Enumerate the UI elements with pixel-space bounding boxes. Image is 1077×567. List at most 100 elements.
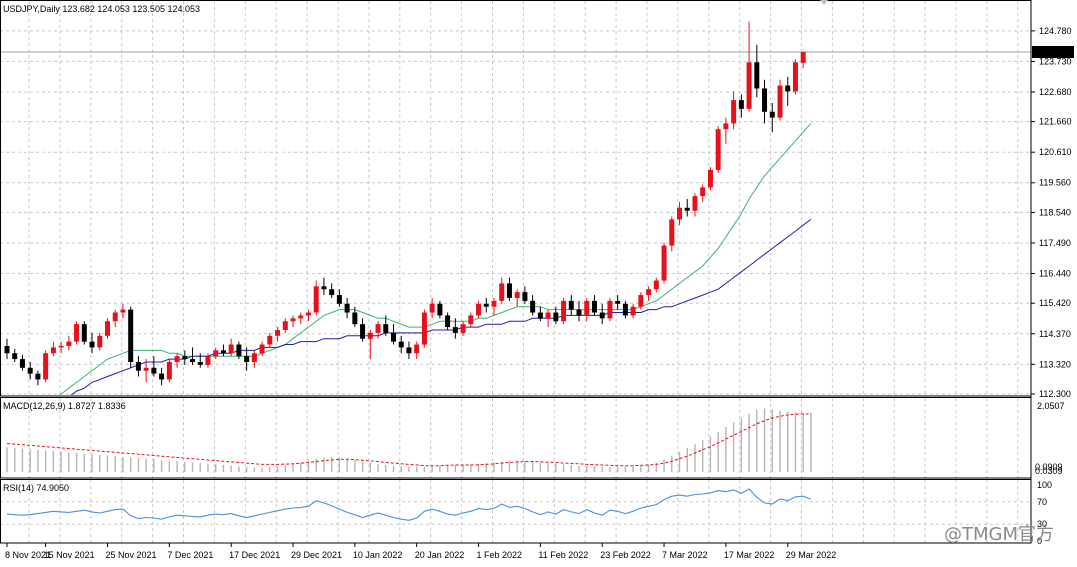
candle-body — [228, 344, 234, 354]
candle — [174, 353, 180, 368]
scroll-marker — [820, 0, 828, 5]
candle-body — [259, 344, 265, 354]
candle — [445, 312, 451, 330]
candle — [684, 199, 690, 217]
candle — [19, 354, 25, 371]
candle — [506, 277, 512, 301]
candle-body — [213, 350, 219, 357]
candle — [754, 44, 760, 98]
candle-body — [777, 85, 783, 118]
candle-body — [499, 283, 505, 301]
candle — [599, 303, 605, 325]
candle — [344, 297, 350, 319]
price-tick-label: 114.370 — [1039, 329, 1071, 339]
candle-body — [383, 324, 389, 333]
candle-body — [19, 359, 25, 368]
price-tick-label: 112.300 — [1039, 389, 1071, 399]
candle — [128, 306, 134, 368]
candle-body — [244, 356, 250, 362]
candle — [785, 76, 791, 106]
date-label: 25 Nov 2021 — [105, 550, 156, 560]
candle — [545, 309, 551, 328]
price-header: USDJPY,Daily 123.682 124.053 123.505 124… — [3, 4, 200, 14]
price-tick-label: 116.440 — [1039, 269, 1071, 279]
candle-body — [646, 289, 652, 296]
candle-body — [190, 359, 196, 362]
candle — [135, 356, 141, 377]
candle-body — [251, 353, 257, 362]
date-label: 11 Feb 2022 — [538, 550, 588, 560]
candle-body — [785, 85, 791, 92]
candle — [197, 353, 203, 368]
candle-body — [622, 303, 628, 316]
candle — [421, 309, 427, 348]
date-label: 15 Nov 2021 — [44, 550, 95, 560]
candle-body — [460, 324, 466, 333]
candle-body — [298, 315, 304, 319]
candle — [491, 297, 497, 316]
candle-body — [112, 312, 118, 322]
candle-body — [367, 332, 373, 339]
candle-body — [4, 345, 10, 354]
candle — [568, 295, 574, 316]
candle — [622, 300, 628, 319]
candle-body — [74, 324, 80, 342]
candle-body — [530, 300, 536, 313]
candle-body — [205, 356, 211, 365]
candle — [4, 338, 10, 360]
candle-body — [89, 341, 95, 348]
price-tick-label: 119.560 — [1039, 178, 1071, 188]
date-label: 20 Jan 2022 — [415, 550, 465, 560]
candle-body — [746, 62, 752, 109]
date-label: 17 Dec 2021 — [229, 550, 280, 560]
candle — [630, 303, 636, 319]
candle-body — [599, 312, 605, 319]
candle — [282, 318, 288, 333]
candle-body — [174, 356, 180, 362]
candle-body — [792, 62, 798, 92]
rsi-panel[interactable]: RSI(14) 74.9050 — [0, 483, 1031, 525]
candle-body — [615, 300, 621, 304]
ma-fast-line — [58, 123, 812, 395]
candle — [81, 321, 87, 345]
candle — [800, 52, 806, 68]
price-panel[interactable] — [0, 21, 1031, 444]
price-tick-label: 115.420 — [1039, 298, 1071, 308]
candle-body — [522, 292, 528, 301]
candle-body — [151, 367, 157, 374]
candle-body — [661, 245, 667, 281]
candle-body — [630, 306, 636, 316]
candle-body — [97, 335, 103, 348]
candle-body — [468, 315, 474, 325]
panel-border — [0, 479, 1032, 544]
axes: 124.780123.730122.680121.660120.610119.5… — [0, 0, 1074, 560]
rsi-tick-label: 70 — [1037, 497, 1047, 507]
candle — [576, 300, 582, 322]
macd-tick-label: 2.0507 — [1037, 401, 1065, 411]
candle — [607, 297, 613, 322]
macd-panel[interactable]: MACD(12,26,9) 1.8727 1.8336 — [3, 401, 812, 472]
ma-slow-line — [70, 219, 812, 395]
candle — [112, 309, 118, 328]
candle — [58, 341, 64, 354]
candle-body — [313, 286, 319, 313]
candle-body — [491, 300, 497, 307]
candle-body — [738, 100, 744, 109]
candle — [653, 277, 659, 293]
price-tick-label: 121.660 — [1039, 117, 1072, 127]
date-label: 1 Feb 2022 — [477, 550, 523, 560]
candle — [43, 350, 49, 383]
price-tick-label: 118.540 — [1039, 207, 1071, 217]
candle — [151, 356, 157, 377]
candle-body — [135, 361, 141, 371]
candle — [66, 335, 72, 351]
candle-body — [692, 196, 698, 211]
candle — [97, 332, 103, 351]
watermark: @TMGM官方 — [944, 524, 1055, 545]
candle — [483, 297, 489, 313]
candle — [313, 280, 319, 316]
candle — [499, 277, 505, 304]
date-label: 29 Mar 2022 — [786, 550, 837, 560]
candle-body — [700, 187, 706, 197]
rsi-label: RSI(14) 74.9050 — [3, 483, 69, 493]
